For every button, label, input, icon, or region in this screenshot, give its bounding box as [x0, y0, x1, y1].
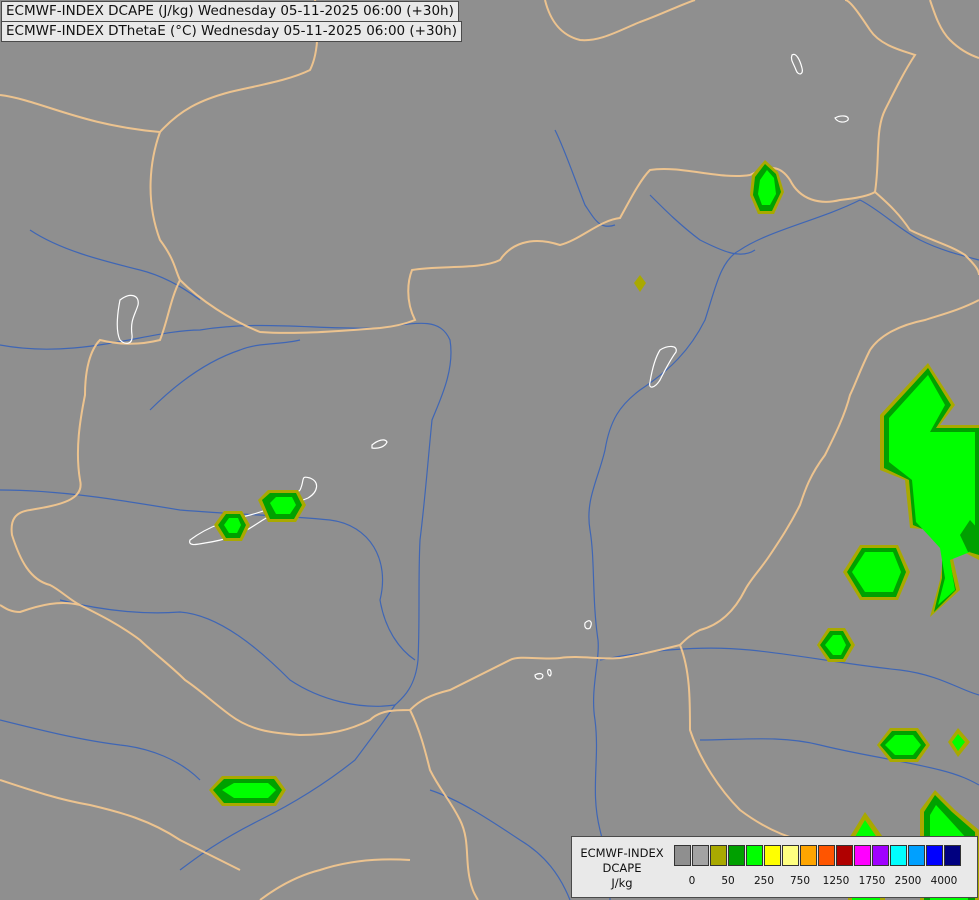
- legend-tick-label: 4000: [930, 875, 958, 887]
- map-background: [0, 0, 979, 900]
- map-title-dthetae: ECMWF-INDEX DThetaE (°C) Wednesday 05-11…: [1, 21, 462, 42]
- legend-tick-label: 0: [688, 875, 696, 887]
- legend-swatch: [872, 845, 889, 866]
- color-legend: ECMWF-INDEX DCAPE J/kg 0 50 250 750 1250 1750…: [571, 836, 978, 898]
- legend-swatch: [728, 845, 745, 866]
- legend-swatch: [908, 845, 925, 866]
- legend-label-param: DCAPE: [602, 861, 642, 875]
- legend-tick-label: 750: [789, 875, 811, 887]
- legend-swatch: [854, 845, 871, 866]
- legend-tick-label: 250: [753, 875, 775, 887]
- map-title-dcape: ECMWF-INDEX DCAPE (J/kg) Wednesday 05-11…: [1, 1, 459, 22]
- legend-tick-label: 50: [721, 875, 735, 887]
- legend-swatches: [674, 845, 962, 866]
- legend-tick-label: 1750: [858, 875, 886, 887]
- legend-ticks: 0 50 250 750 1250 1750 2500 4000: [674, 875, 974, 889]
- legend-swatch: [764, 845, 781, 866]
- legend-tick-label: 1250: [822, 875, 850, 887]
- legend-swatch: [800, 845, 817, 866]
- dcape-cell: [209, 776, 286, 806]
- legend-swatch: [710, 845, 727, 866]
- legend-tick-label: 2500: [894, 875, 922, 887]
- legend-swatch: [782, 845, 799, 866]
- legend-swatch: [746, 845, 763, 866]
- legend-label: ECMWF-INDEX DCAPE J/kg: [576, 846, 668, 891]
- weather-map: [0, 0, 979, 900]
- legend-label-model: ECMWF-INDEX: [580, 846, 664, 860]
- legend-swatch: [836, 845, 853, 866]
- legend-label-unit: J/kg: [611, 876, 633, 890]
- legend-swatch: [926, 845, 943, 866]
- legend-swatch: [890, 845, 907, 866]
- legend-swatch: [818, 845, 835, 866]
- legend-swatch: [692, 845, 709, 866]
- legend-swatch: [674, 845, 691, 866]
- legend-swatch: [944, 845, 961, 866]
